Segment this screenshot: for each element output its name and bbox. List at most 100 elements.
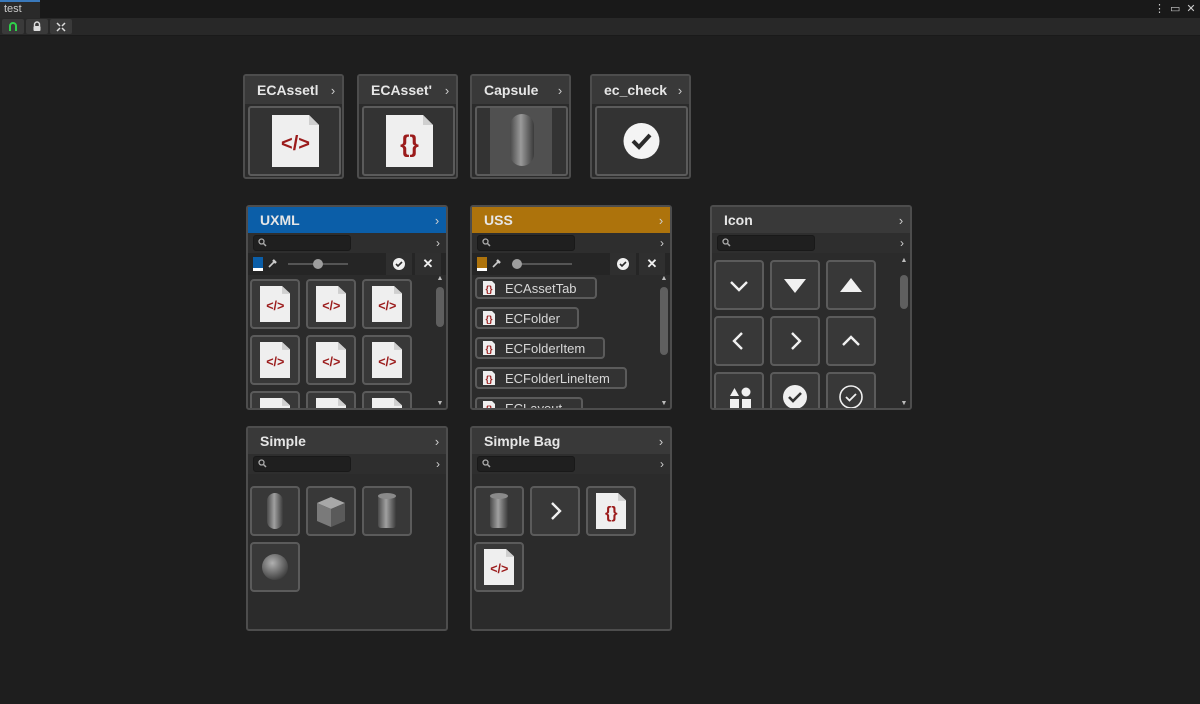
uxml-file-icon: </> [483,549,515,585]
eyedropper-icon[interactable] [491,258,502,269]
asset-card-uxml[interactable]: ECAssetl › </> [243,74,344,179]
chevron-right-icon[interactable]: › [428,434,446,449]
chevron-right-icon[interactable] [530,486,580,536]
search-input[interactable] [253,235,351,251]
cube-mesh [317,497,345,527]
uxml-file-icon[interactable]: </> [250,391,300,408]
scrollbar[interactable]: ▲ ▼ [660,275,668,408]
size-slider-handle[interactable] [512,259,522,269]
color-swatch[interactable] [477,257,487,271]
confirm-button[interactable] [386,253,412,275]
uss-list-item[interactable]: {} ECLayout [475,397,583,408]
asset-card-uss[interactable]: ECAsset' › {} [357,74,458,179]
chevron-up-icon [842,335,860,346]
uxml-file-icon[interactable]: </> [250,335,300,385]
chevron-down-icon[interactable] [714,260,764,310]
chevron-right-icon[interactable]: › [551,83,569,98]
chevron-right-icon[interactable]: › [438,83,456,98]
search-input[interactable] [717,235,815,251]
scroll-thumb[interactable] [660,287,668,355]
confirm-button[interactable] [610,253,636,275]
sphere-mesh [262,554,288,580]
asset-card-capsule[interactable]: Capsule › [470,74,571,179]
uss-list-item[interactable]: {} ECFolderLineItem [475,367,627,389]
chevron-right-icon[interactable] [770,316,820,366]
chevron-right-icon[interactable]: › [671,83,689,98]
uxml-file-icon[interactable]: </> [362,279,412,329]
lock-button[interactable] [26,19,48,34]
check-circle-icon [595,106,688,176]
magnet-button[interactable] [2,19,24,34]
scroll-down-icon[interactable]: ▼ [900,400,908,408]
scroll-down-icon[interactable]: ▼ [436,400,444,408]
scroll-up-icon[interactable]: ▲ [660,275,668,283]
scrollbar[interactable]: ▲ ▼ [436,275,444,408]
clear-button[interactable]: ✕ [415,253,441,275]
chevron-right-icon[interactable]: › [428,213,446,228]
uxml-file-icon[interactable]: </> [306,279,356,329]
chevron-right-icon[interactable]: › [900,236,904,250]
close-icon[interactable]: ✕ [1186,1,1196,17]
uxml-file-icon[interactable]: </> [250,279,300,329]
chevron-right-icon[interactable]: › [892,213,910,228]
chevron-right-icon[interactable]: › [652,213,670,228]
chevron-right-icon[interactable]: › [436,236,440,250]
uxml-file-icon[interactable]: </> [362,335,412,385]
eyedropper-icon[interactable] [267,258,278,269]
svg-text:</>: </> [322,355,340,369]
svg-text:{}: {} [485,404,493,408]
uxml-file-icon[interactable]: </> [306,391,356,408]
scroll-thumb[interactable] [900,275,908,309]
sphere-mesh[interactable] [250,542,300,592]
check-circle-filled-icon[interactable] [770,372,820,408]
search-input[interactable] [253,456,351,472]
uxml-file-icon[interactable]: </> [306,335,356,385]
color-swatch[interactable] [253,257,263,271]
uss-list-item[interactable]: {} ECFolderItem [475,337,605,359]
chevron-right-icon[interactable]: › [436,457,440,471]
cube-mesh[interactable] [306,486,356,536]
uss-list-item[interactable]: {} ECFolder [475,307,579,329]
maximize-icon[interactable]: ▭ [1170,1,1180,17]
uss-list-item-label: ECFolderLineItem [505,370,610,386]
uxml-file-icon[interactable]: </> [362,391,412,408]
search-row: › [248,233,446,253]
uss-list-item[interactable]: {} ECAssetTab [475,277,597,299]
search-input[interactable] [477,456,575,472]
chevron-right-icon[interactable]: › [652,434,670,449]
scroll-up-icon[interactable]: ▲ [436,275,444,283]
chevron-right-icon[interactable]: › [660,236,664,250]
svg-text:{}: {} [485,344,493,354]
chevron-left-icon [732,332,743,350]
panel-title: Simple Bag [484,433,561,449]
chevron-right-icon[interactable]: › [324,83,342,98]
collapse-button[interactable] [50,19,72,34]
check-circle-outline-icon[interactable] [826,372,876,408]
chevron-right-icon[interactable]: › [660,457,664,471]
scroll-up-icon[interactable]: ▲ [900,257,908,265]
asset-card-check[interactable]: ec_check › [590,74,691,179]
shapes-icon[interactable] [714,372,764,408]
magnet-icon [9,22,17,31]
uss-list-item-label: ECAssetTab [505,280,577,296]
kebab-menu-icon[interactable]: ⋮ [1154,1,1165,17]
cylinder-mesh[interactable] [362,486,412,536]
chevron-left-icon[interactable] [714,316,764,366]
clear-button[interactable]: ✕ [639,253,665,275]
uxml-file-icon: </> [259,342,291,378]
chevron-up-icon[interactable] [826,316,876,366]
scrollbar[interactable]: ▲ ▼ [900,257,908,408]
search-input[interactable] [477,235,575,251]
triangle-down-icon[interactable] [770,260,820,310]
window-tab[interactable]: test [0,0,40,18]
capsule-mesh[interactable] [250,486,300,536]
cylinder-mesh[interactable] [474,486,524,536]
scroll-down-icon[interactable]: ▼ [660,400,668,408]
scroll-thumb[interactable] [436,287,444,327]
asset-card-title: Capsule [484,82,539,98]
uxml-panel: UXML › › ✕ </> </> </> </> </> </> </> </> </> ▲ … [246,205,448,410]
triangle-up-icon[interactable] [826,260,876,310]
uxml-file-icon[interactable]: </> [474,542,524,592]
size-slider-handle[interactable] [313,259,323,269]
uss-file-icon[interactable]: {} [586,486,636,536]
